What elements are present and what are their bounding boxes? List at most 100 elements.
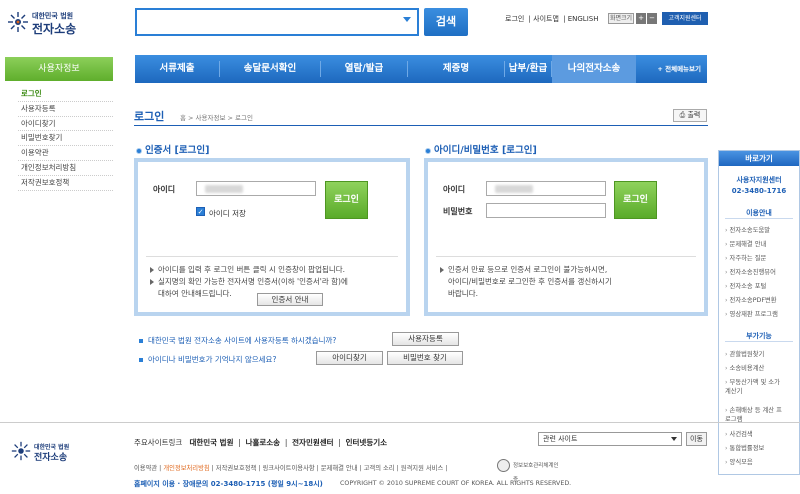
nav-payment[interactable]: 납부/환급 [505, 55, 551, 83]
cert-id-label: 아이디 [153, 185, 176, 194]
footer-terms-link[interactable]: 이용약관 | [134, 465, 163, 472]
footer-links: 주요사이트링크 대한민국 법원 | 나홀로소송 | 전자민원센터 | 인터넷등기… [134, 438, 388, 447]
nav-full-menu[interactable]: + 전체메뉴보기 [657, 55, 701, 83]
support-center-info: 사용자지원센터 02-3480-1716 [719, 175, 799, 197]
pw-info-line-2: 아이디/비밀번호로 로그인한 후 인증서를 갱신하시기 [440, 276, 702, 288]
cert-login-panel: 아이디 ✓ 아이디 저장 로그인 아이디를 입력 후 로그인 버튼 클릭 시 인… [134, 158, 410, 316]
register-prompt-text: 대한민국 법원 전자소송 사이트에 사용자등록 하시겠습니까? [148, 336, 337, 345]
quick-link-case-search[interactable]: 사건검색 [725, 430, 797, 439]
quick-links-title: 바로가기 [719, 151, 799, 166]
nav-check-delivery[interactable]: 송달문서확인 [220, 55, 320, 83]
bullet-icon [425, 147, 431, 154]
footer-link-registry[interactable]: 인터넷등기소 [346, 438, 387, 447]
quick-link-help[interactable]: 전자소송도움말 [725, 226, 797, 235]
sidebar-item-register[interactable]: 사용자등록 [18, 102, 113, 117]
cert-login-button[interactable]: 로그인 [325, 181, 368, 219]
usage-guide-heading: 이용안내 [725, 208, 793, 219]
quick-link-portal[interactable]: 전자소송 포털 [725, 282, 797, 291]
go-button[interactable]: 이동 [686, 432, 707, 446]
font-size-label: 화면크기 [608, 13, 634, 24]
quick-link-pdf[interactable]: 전자소송PDF변환 [725, 296, 797, 305]
pw-info: 인증서 만료 등으로 인증서 로그인이 불가능하시면, 아이디/비밀번호로 로그… [440, 264, 702, 300]
pw-id-field[interactable] [486, 181, 606, 196]
copyright: COPYRIGHT © 2010 SUPREME COURT OF KOREA.… [340, 480, 572, 487]
sidebar-item-privacy[interactable]: 개인정보처리방침 [18, 161, 113, 176]
find-id-button[interactable]: 아이디찾기 [316, 351, 383, 365]
cert-info-text-2: 실지명의 확인 가능한 전자서명 인증서(이하 '인증서'라 함)에 [158, 277, 348, 286]
privacy-certification-badge: 정보보호관리체계인증 [497, 459, 561, 483]
pw-info-line-3: 바랍니다. [440, 288, 702, 300]
password-field[interactable] [486, 203, 606, 218]
site-logo[interactable]: 대한민국 법원 전자소송 [6, 8, 126, 36]
footer-link-main-sites[interactable]: 주요사이트링크 [134, 438, 182, 447]
footer-logo: 대한민국 법원 전자소송 [8, 440, 108, 464]
register-button[interactable]: 사용자등록 [392, 332, 459, 346]
footer-divider [0, 422, 800, 423]
pw-password-label: 비밀번호 [443, 207, 473, 216]
chevron-down-icon[interactable] [403, 17, 411, 22]
support-center-name: 사용자지원센터 [736, 176, 782, 184]
save-id-checkbox[interactable]: ✓ [196, 207, 205, 216]
pw-info-text-1: 인증서 만료 등으로 인증서 로그인이 불가능하시면, [448, 265, 608, 274]
quick-link-faq[interactable]: 자주하는 질문 [725, 254, 797, 263]
cert-info-line-1: 아이디를 입력 후 로그인 버튼 클릭 시 인증창이 팝업됩니다. [150, 264, 408, 276]
utility-links: 로그인 | 사이트맵 | ENGLISH [505, 15, 599, 23]
related-sites-select[interactable]: 관련 사이트 [538, 432, 682, 446]
sidebar-item-login[interactable]: 로그인 [18, 87, 113, 102]
footer-other-links[interactable]: | 저작권보호정책 | 링크사이트이용사항 | 문제해결 안내 | 고객의 소리… [210, 465, 448, 472]
cert-id-field[interactable] [196, 181, 316, 196]
quick-links-panel: 바로가기 사용자지원센터 02-3480-1716 이용안내 전자소송도움말 문… [718, 150, 800, 475]
quick-link-property-calc[interactable]: 부동산가액 및 소가계산기 [725, 378, 785, 396]
quick-link-cost-calc[interactable]: 소송비용계산 [725, 364, 797, 373]
cert-panel-title: 인증서 [로그인] [136, 142, 209, 156]
forgot-prompt: 아이디나 비밀번호가 기억나지 않으세요? [139, 354, 276, 365]
font-plus-button[interactable]: + [636, 13, 646, 24]
page-title: 로그인 [134, 110, 165, 123]
quick-link-troubleshoot[interactable]: 문제해결 안내 [725, 240, 797, 249]
masked-id-value [205, 185, 243, 193]
print-button[interactable]: ⎙ 출력 [673, 109, 707, 122]
english-link[interactable]: ENGLISH [568, 15, 599, 23]
footer-link-court[interactable]: 대한민국 법원 [189, 438, 233, 447]
extra-features-heading: 부가기능 [725, 331, 793, 342]
footer-link-civil-center[interactable]: 전자민원센터 [292, 438, 333, 447]
sidebar-item-terms[interactable]: 이용약관 [18, 146, 113, 161]
triangle-bullet-icon [150, 279, 154, 285]
search-input[interactable] [135, 8, 419, 36]
quick-link-legal-info[interactable]: 통합법률정보 [725, 444, 797, 453]
logo-title: 전자소송 [32, 22, 77, 36]
register-prompt: 대한민국 법원 전자소송 사이트에 사용자등록 하시겠습니까? [139, 335, 336, 346]
font-minus-button[interactable]: − [647, 13, 657, 24]
pw-login-button[interactable]: 로그인 [614, 181, 657, 219]
footer-privacy-link[interactable]: 개인정보처리방침 [163, 465, 209, 472]
cert-guide-button[interactable]: 인증서 안내 [257, 293, 323, 306]
sidebar-item-find-id[interactable]: 아이디찾기 [18, 117, 113, 132]
breadcrumb: 홈 > 사용자정보 > 로그인 [180, 114, 253, 122]
sidebar-item-find-password[interactable]: 비밀번호찾기 [18, 131, 113, 147]
sidebar-item-copyright[interactable]: 저작권보호정책 [18, 176, 113, 191]
nav-submit-documents[interactable]: 서류제출 [135, 55, 219, 83]
certification-seal-icon [497, 459, 510, 472]
quick-link-video-trial[interactable]: 영상재판 프로그램 [725, 310, 797, 319]
support-center-button[interactable]: 고객지원센터 [662, 12, 708, 25]
footer-policy-links: 이용약관 | 개인정보처리방침 | 저작권보호정책 | 링크사이트이용사항 | … [134, 463, 447, 472]
panel-divider [146, 256, 398, 257]
find-password-button[interactable]: 비밀번호 찾기 [387, 351, 463, 365]
footer-link-self-litigation[interactable]: 나홀로소송 [246, 438, 281, 447]
square-bullet-icon [139, 358, 143, 362]
quick-link-court-finder[interactable]: 관할법원찾기 [725, 350, 797, 359]
login-link[interactable]: 로그인 [505, 15, 524, 23]
quick-link-forms[interactable]: 양식모음 [725, 458, 797, 467]
pw-id-label: 아이디 [443, 185, 466, 194]
title-divider [134, 125, 708, 126]
search-button[interactable]: 검색 [424, 8, 468, 36]
sitemap-link[interactable]: 사이트맵 [533, 15, 559, 23]
footer-contact: 홈페이지 이용 · 장애문의 02-3480-1715 (평일 9시~18시) [134, 480, 323, 488]
cert-info-text-1: 아이디를 입력 후 로그인 버튼 클릭 시 인증창이 팝업됩니다. [158, 265, 346, 274]
nav-certificates[interactable]: 제증명 [408, 55, 504, 83]
print-label: 출력 [687, 111, 701, 119]
quick-link-viewer[interactable]: 전자소송진행뷰어 [725, 268, 797, 277]
nav-view-issue[interactable]: 열람/발급 [321, 55, 407, 83]
forgot-prompt-text: 아이디나 비밀번호가 기억나지 않으세요? [148, 355, 277, 364]
nav-my-esuit[interactable]: 나의전자소송 [552, 55, 636, 83]
